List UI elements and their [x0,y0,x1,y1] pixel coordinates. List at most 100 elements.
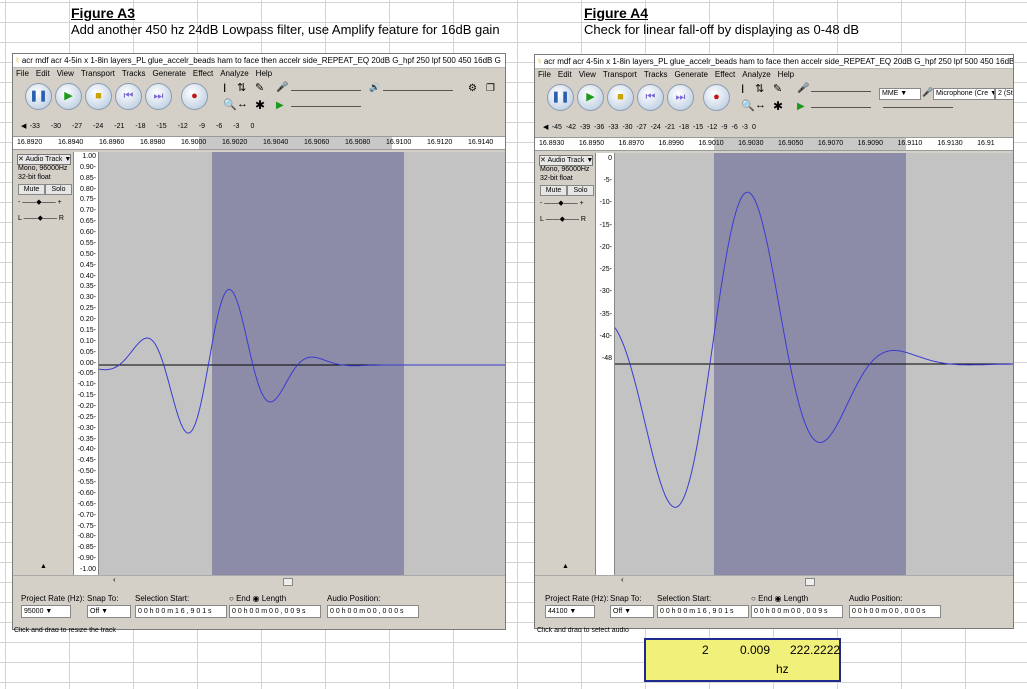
snap-to-select[interactable]: Off ▼ [87,605,131,618]
zoom-tool-icon[interactable]: 🔍 [741,99,755,112]
pan-slider-row[interactable]: L ——◆—— R [18,214,64,222]
output-volume-slider[interactable] [883,107,953,108]
calc-cell-2[interactable]: 0.009 [740,643,770,657]
speed-slider[interactable] [811,107,871,108]
zoom-tool-icon[interactable]: 🔍 [223,98,237,111]
skip-end-button[interactable]: ⏭ [667,84,694,111]
envelope-tool-icon[interactable]: ⇅ [755,82,764,95]
record-button[interactable]: ● [181,83,208,110]
length-field[interactable]: 0 0 h 0 0 m 0 0 , 0 0 9 s [751,605,843,618]
selection-tool-icon[interactable]: I [741,82,744,96]
play-button[interactable]: ▶ [577,84,604,111]
track-control-panel[interactable]: ✕ Audio Track ▼ Mono, 96000Hz 32-bit flo… [15,152,74,575]
length-field[interactable]: 0 0 h 0 0 m 0 0 , 0 0 9 s [229,605,321,618]
track-name-button[interactable]: ✕ Audio Track ▼ [539,155,593,166]
scroll-thumb[interactable] [283,578,293,586]
menu-tracks[interactable]: Tracks [122,69,146,78]
menu-analyze[interactable]: Analyze [220,69,248,78]
speed-slider[interactable] [291,106,361,107]
menu-view[interactable]: View [57,69,74,78]
audio-position-field[interactable]: 0 0 h 0 0 m 0 0 , 0 0 0 s [849,605,941,618]
timeshift-tool-icon[interactable]: ↔ [237,98,248,110]
project-rate-select[interactable]: 95000 ▼ [21,605,71,618]
menu-transport[interactable]: Transport [603,70,637,79]
input-device-select[interactable]: Microphone (Cre ▼ [933,88,995,100]
snap-to-select[interactable]: Off ▼ [610,605,654,618]
selection-start-field[interactable]: 0 0 h 0 0 m 1 6 , 9 0 1 s [657,605,749,618]
skip-start-button[interactable]: ⏮ [115,83,142,110]
timeshift-tool-icon[interactable]: ↔ [755,99,766,111]
project-rate-select[interactable]: 44100 ▼ [545,605,595,618]
scale-tick: 0.45- [80,261,96,269]
menu-generate[interactable]: Generate [675,70,708,79]
calc-cell-1[interactable]: 2 [702,643,709,657]
audio-position-field[interactable]: 0 0 h 0 0 m 0 0 , 0 0 0 s [327,605,419,618]
gain-slider-row[interactable]: - ——◆—— + [540,199,584,207]
menu-edit[interactable]: Edit [36,69,50,78]
channels-select[interactable]: 2 (Stere [995,88,1013,100]
end-radio[interactable]: ○ End ◉ Length [229,594,286,603]
timeline-ruler[interactable]: 16.8920 16.8940 16.8960 16.8980 16.9000 16.90… [13,136,505,150]
input-volume-slider[interactable] [291,90,361,91]
mute-button[interactable]: Mute [18,184,45,195]
skip-start-button[interactable]: ⏮ [637,84,664,111]
toolbar-extra-icon[interactable]: ⚙ [468,83,477,94]
multi-tool-icon[interactable]: ✱ [773,99,783,113]
menu-analyze[interactable]: Analyze [742,70,770,79]
pan-slider-row[interactable]: L ——◆—— R [540,215,586,223]
selection-tool-icon[interactable]: I [223,81,226,95]
stop-button[interactable]: ■ [85,83,112,110]
record-button[interactable]: ● [703,84,730,111]
menu-generate[interactable]: Generate [153,69,186,78]
menu-effect[interactable]: Effect [715,70,735,79]
menu-tracks[interactable]: Tracks [644,70,668,79]
skip-end-button[interactable]: ⏭ [145,83,172,110]
horizontal-scrollbar[interactable]: ‹ [535,575,1013,586]
output-volume-slider[interactable] [383,90,453,91]
calc-unit[interactable]: hz [776,662,789,676]
collapse-icon[interactable]: ▲ [40,563,47,570]
menu-edit[interactable]: Edit [558,70,572,79]
scroll-left-icon[interactable]: ‹ [621,575,624,584]
pause-button[interactable]: ❚❚ [25,83,52,110]
scroll-thumb[interactable] [805,578,815,586]
play-button[interactable]: ▶ [55,83,82,110]
input-volume-slider[interactable] [811,91,871,92]
track-name-button[interactable]: ✕ Audio Track ▼ [17,154,71,165]
play-at-speed-icon[interactable]: ▶ [797,101,805,112]
envelope-tool-icon[interactable]: ⇅ [237,81,246,94]
play-at-speed-icon[interactable]: ▶ [276,100,284,111]
meter-row[interactable]: ◀ -45 -42 -39 -36 -33 -30 -27 -24 -21 -18 -15 -12 -9… [543,123,760,131]
multi-tool-icon[interactable]: ✱ [255,98,265,112]
solo-button[interactable]: Solo [567,185,594,196]
waveform-plot[interactable] [615,153,1013,575]
menu-file[interactable]: File [16,69,29,78]
menu-transport[interactable]: Transport [81,69,115,78]
waveform-plot[interactable] [99,152,505,575]
draw-tool-icon[interactable]: ✎ [773,82,782,95]
mute-button[interactable]: Mute [540,185,567,196]
menu-effect[interactable]: Effect [193,69,213,78]
track-control-panel[interactable]: ✕ Audio Track ▼ Mono, 96000Hz 32-bit flo… [537,153,596,575]
selection-start-field[interactable]: 0 0 h 0 0 m 1 6 , 9 0 1 s [135,605,227,618]
draw-tool-icon[interactable]: ✎ [255,81,264,94]
audio-host-select[interactable]: MME ▼ [879,88,921,100]
gain-slider-row[interactable]: - ——◆—— + [18,198,62,206]
pause-button[interactable]: ❚❚ [547,84,574,111]
horizontal-scrollbar[interactable]: ‹ [13,575,505,586]
audacity-window-a3[interactable]: ♮ acr mdf acr 4-5in x 1-8in layers_PL glu… [12,53,506,630]
audacity-window-a4[interactable]: ♮ acr mdf acr 4-5in x 1-8in layers_PL glu… [534,54,1014,629]
meter-row[interactable]: ◀ -33 -30 -27 -24 -21 -18 -15 -12 -9 -6 -3 0 [21,122,265,130]
solo-button[interactable]: Solo [45,184,72,195]
menu-help[interactable]: Help [778,70,794,79]
menu-file[interactable]: File [538,70,551,79]
calc-cell-3[interactable]: 222.2222 [790,643,840,657]
timeline-ruler[interactable]: 16.8930 16.8950 16.8970 16.8990 16.9010 16.90… [535,137,1013,151]
toolbar-copy-icon[interactable]: ❐ [486,83,495,94]
menu-help[interactable]: Help [256,69,272,78]
stop-button[interactable]: ■ [607,84,634,111]
end-radio[interactable]: ○ End ◉ Length [751,594,808,603]
collapse-icon[interactable]: ▲ [562,563,569,570]
scroll-left-icon[interactable]: ‹ [113,575,116,584]
menu-view[interactable]: View [579,70,596,79]
